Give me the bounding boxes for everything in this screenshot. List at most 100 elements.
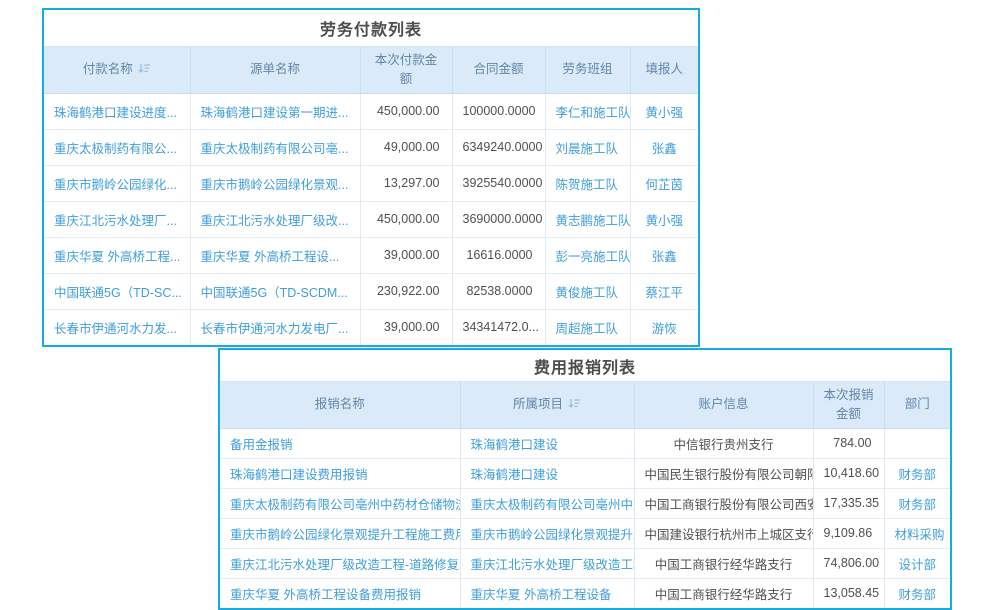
- team-link[interactable]: 周超施工队: [545, 309, 630, 345]
- team-link[interactable]: 刘晨施工队: [545, 129, 630, 165]
- expense-name-link[interactable]: 重庆华夏 外高桥工程设备费用报销: [220, 578, 460, 608]
- project-link[interactable]: 重庆华夏 外高桥工程设备: [460, 578, 634, 608]
- expense-amount-cell: 17,335.35: [813, 488, 884, 518]
- team-link[interactable]: 陈贺施工队: [545, 165, 630, 201]
- table-row: 珠海鹤港口建设费用报销 珠海鹤港口建设 中国民生银行股份有限公司朝阳支行 10,…: [220, 458, 950, 488]
- payment-amount-cell: 39,000.00: [360, 309, 452, 345]
- department-link[interactable]: 财务部: [884, 458, 950, 488]
- account-cell: 中国工商银行股份有限公司西安回...: [634, 488, 813, 518]
- source-name-link[interactable]: 长春市伊通河水力发电厂...: [190, 309, 360, 345]
- table-row: 重庆太极制药有限公... 重庆太极制药有限公司亳... 49,000.00 63…: [44, 129, 698, 165]
- department-link[interactable]: 材料采购: [884, 518, 950, 548]
- department-link[interactable]: 财务部: [884, 578, 950, 608]
- account-cell: 中国工商银行经华路支行: [634, 578, 813, 608]
- payment-amount-cell: 13,297.00: [360, 165, 452, 201]
- sort-icon[interactable]: [138, 63, 151, 74]
- reporter-link[interactable]: 何芷茵: [630, 165, 698, 201]
- sort-icon[interactable]: [568, 398, 581, 409]
- expense-col-header-account[interactable]: 账户信息: [634, 382, 813, 429]
- labor-payment-table: 付款名称 源单名称 本次付款金额 合同金额 劳务班组 填报人 珠海鹤港口建设进度…: [44, 46, 698, 345]
- labor-panel-title: 劳务付款列表: [44, 10, 698, 46]
- reporter-link[interactable]: 张鑫: [630, 129, 698, 165]
- labor-col-header-contract-amount[interactable]: 合同金额: [452, 47, 545, 94]
- contract-amount-cell: 6349240.0000: [452, 129, 545, 165]
- source-name-link[interactable]: 重庆华夏 外高桥工程设...: [190, 237, 360, 273]
- project-link[interactable]: 珠海鹤港口建设: [460, 428, 634, 458]
- department-link[interactable]: [884, 428, 950, 458]
- source-name-link[interactable]: 中国联通5G（TD-SCDM...: [190, 273, 360, 309]
- contract-amount-cell: 3925540.0000: [452, 165, 545, 201]
- expense-col-header-project[interactable]: 所属项目: [460, 382, 634, 429]
- payment-name-link[interactable]: 重庆太极制药有限公...: [44, 129, 190, 165]
- labor-col-header-source-name[interactable]: 源单名称: [190, 47, 360, 94]
- contract-amount-cell: 34341472.0...: [452, 309, 545, 345]
- source-name-link[interactable]: 重庆市鹅岭公园绿化景观...: [190, 165, 360, 201]
- table-row: 重庆华夏 外高桥工程... 重庆华夏 外高桥工程设... 39,000.00 1…: [44, 237, 698, 273]
- contract-amount-cell: 82538.0000: [452, 273, 545, 309]
- project-link[interactable]: 重庆江北污水处理厂级改造工程...: [460, 548, 634, 578]
- expense-reimbursement-table: 报销名称 所属项目 账户信息 本次报销金额 部门 备用金报销 珠海鹤港口建设 中…: [220, 381, 950, 608]
- expense-name-link[interactable]: 重庆江北污水处理厂级改造工程-道路修复工程费...: [220, 548, 460, 578]
- labor-col-header-team[interactable]: 劳务班组: [545, 47, 630, 94]
- contract-amount-cell: 16616.0000: [452, 237, 545, 273]
- expense-col-header-amount[interactable]: 本次报销金额: [813, 382, 884, 429]
- project-link[interactable]: 重庆太极制药有限公司亳州中药...: [460, 488, 634, 518]
- account-cell: 中国民生银行股份有限公司朝阳支行: [634, 458, 813, 488]
- payment-name-link[interactable]: 长春市伊通河水力发...: [44, 309, 190, 345]
- reporter-link[interactable]: 黄小强: [630, 201, 698, 237]
- team-link[interactable]: 彭一亮施工队: [545, 237, 630, 273]
- reporter-link[interactable]: 蔡江平: [630, 273, 698, 309]
- team-link[interactable]: 李仁和施工队: [545, 93, 630, 129]
- source-name-link[interactable]: 珠海鹤港口建设第一期进...: [190, 93, 360, 129]
- expense-reimbursement-panel: 费用报销列表 报销名称 所属项目 账户信息 本次报销金额 部门 备用金报销 珠海…: [218, 348, 952, 610]
- reporter-link[interactable]: 张鑫: [630, 237, 698, 273]
- department-link[interactable]: 财务部: [884, 488, 950, 518]
- project-link[interactable]: 重庆市鹅岭公园绿化景观提升工...: [460, 518, 634, 548]
- table-row: 备用金报销 珠海鹤港口建设 中信银行贵州支行 784.00: [220, 428, 950, 458]
- expense-col-header-department[interactable]: 部门: [884, 382, 950, 429]
- contract-amount-cell: 100000.0000: [452, 93, 545, 129]
- expense-name-link[interactable]: 备用金报销: [220, 428, 460, 458]
- source-name-link[interactable]: 重庆太极制药有限公司亳...: [190, 129, 360, 165]
- labor-col-header-payment-amount[interactable]: 本次付款金额: [360, 47, 452, 94]
- expense-panel-title: 费用报销列表: [220, 350, 950, 381]
- account-cell: 中信银行贵州支行: [634, 428, 813, 458]
- table-row: 重庆市鹅岭公园绿化景观提升工程施工费用报销 重庆市鹅岭公园绿化景观提升工... …: [220, 518, 950, 548]
- expense-amount-cell: 13,058.45: [813, 578, 884, 608]
- expense-name-link[interactable]: 重庆市鹅岭公园绿化景观提升工程施工费用报销: [220, 518, 460, 548]
- payment-name-link[interactable]: 重庆华夏 外高桥工程...: [44, 237, 190, 273]
- payment-amount-cell: 450,000.00: [360, 201, 452, 237]
- project-link[interactable]: 珠海鹤港口建设: [460, 458, 634, 488]
- payment-name-link[interactable]: 珠海鹤港口建设进度...: [44, 93, 190, 129]
- expense-col-header-project-label: 所属项目: [513, 397, 563, 411]
- department-link[interactable]: 设计部: [884, 548, 950, 578]
- labor-payment-panel: 劳务付款列表 付款名称 源单名称 本次付款金额 合同金额 劳务班组 填报人 珠海…: [42, 8, 700, 347]
- labor-col-header-reporter[interactable]: 填报人: [630, 47, 698, 94]
- team-link[interactable]: 黄志鹏施工队: [545, 201, 630, 237]
- expense-amount-cell: 10,418.60: [813, 458, 884, 488]
- expense-amount-cell: 9,109.86: [813, 518, 884, 548]
- labor-header-row: 付款名称 源单名称 本次付款金额 合同金额 劳务班组 填报人: [44, 47, 698, 94]
- labor-col-header-payment-name[interactable]: 付款名称: [44, 47, 190, 94]
- table-row: 珠海鹤港口建设进度... 珠海鹤港口建设第一期进... 450,000.00 1…: [44, 93, 698, 129]
- payment-amount-cell: 230,922.00: [360, 273, 452, 309]
- expense-name-link[interactable]: 珠海鹤港口建设费用报销: [220, 458, 460, 488]
- payment-name-link[interactable]: 中国联通5G（TD-SC...: [44, 273, 190, 309]
- expense-name-link[interactable]: 重庆太极制药有限公司亳州中药材仓储物流基地...: [220, 488, 460, 518]
- team-link[interactable]: 黄俊施工队: [545, 273, 630, 309]
- reporter-link[interactable]: 游恢: [630, 309, 698, 345]
- table-row: 中国联通5G（TD-SC... 中国联通5G（TD-SCDM... 230,92…: [44, 273, 698, 309]
- table-row: 重庆华夏 外高桥工程设备费用报销 重庆华夏 外高桥工程设备 中国工商银行经华路支…: [220, 578, 950, 608]
- source-name-link[interactable]: 重庆江北污水处理厂级改...: [190, 201, 360, 237]
- labor-col-header-payment-name-label: 付款名称: [83, 62, 133, 76]
- reporter-link[interactable]: 黄小强: [630, 93, 698, 129]
- table-row: 重庆太极制药有限公司亳州中药材仓储物流基地... 重庆太极制药有限公司亳州中药.…: [220, 488, 950, 518]
- expense-amount-cell: 784.00: [813, 428, 884, 458]
- expense-col-header-name[interactable]: 报销名称: [220, 382, 460, 429]
- account-cell: 中国建设银行杭州市上城区支行: [634, 518, 813, 548]
- payment-amount-cell: 450,000.00: [360, 93, 452, 129]
- expense-header-row: 报销名称 所属项目 账户信息 本次报销金额 部门: [220, 382, 950, 429]
- table-row: 长春市伊通河水力发... 长春市伊通河水力发电厂... 39,000.00 34…: [44, 309, 698, 345]
- payment-name-link[interactable]: 重庆江北污水处理厂...: [44, 201, 190, 237]
- payment-name-link[interactable]: 重庆市鹅岭公园绿化...: [44, 165, 190, 201]
